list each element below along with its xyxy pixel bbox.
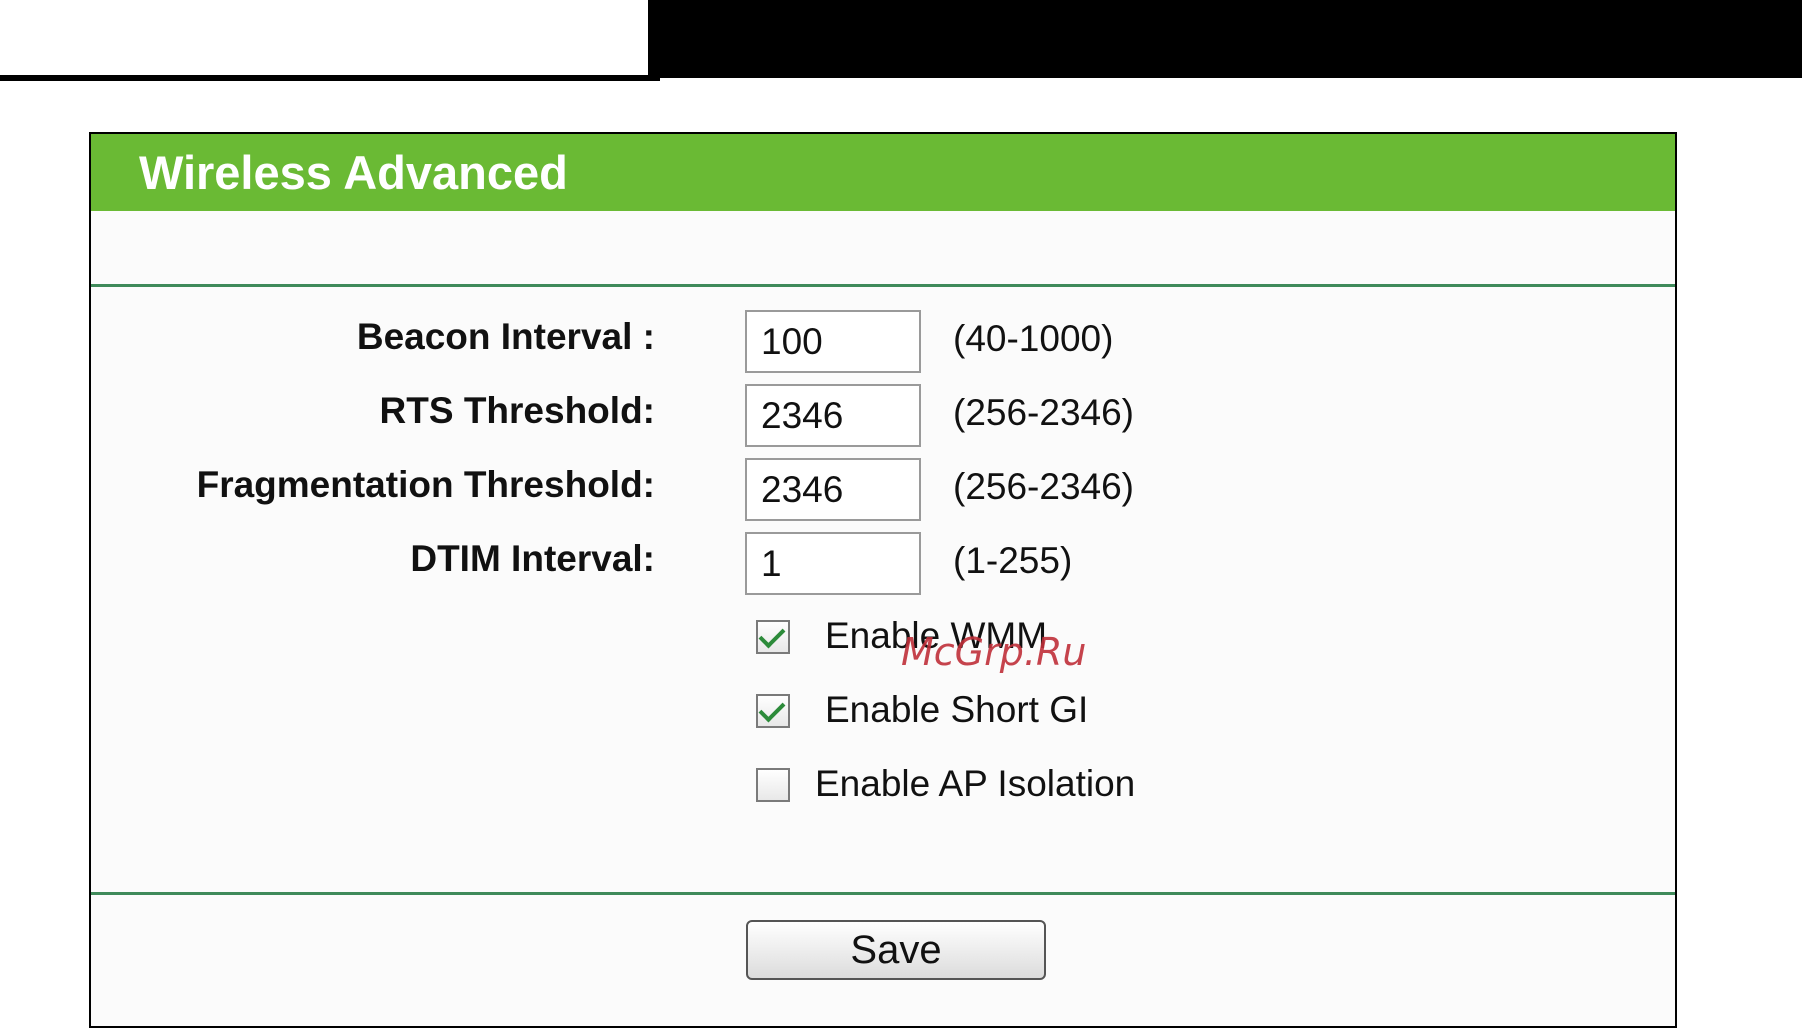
beacon-interval-label: Beacon Interval : [356,316,655,357]
enable-short-gi-label: Enable Short GI [825,689,1089,730]
beacon-interval-range: (40-1000) [953,318,1114,359]
enable-short-gi-checkbox[interactable] [756,694,790,728]
enable-wmm-checkbox[interactable] [756,620,790,654]
fragmentation-threshold-range: (256-2346) [953,466,1135,507]
top-bar [648,0,1798,78]
save-button[interactable]: Save [746,920,1046,980]
enable-ap-isolation-label: Enable AP Isolation [815,763,1136,804]
fragmentation-threshold-label: Fragmentation Threshold: [196,464,655,505]
dtim-interval-label: DTIM Interval: [410,538,655,579]
top-bar-left [0,0,650,75]
fragmentation-threshold-input[interactable] [745,458,921,521]
enable-ap-isolation-checkbox[interactable] [756,768,790,802]
top-bar-edge [1782,0,1802,78]
dtim-interval-input[interactable] [745,532,921,595]
dtim-interval-range: (1-255) [953,540,1073,581]
beacon-interval-input[interactable] [745,310,921,373]
page-title: Wireless Advanced [139,146,568,199]
rts-threshold-input[interactable] [745,384,921,447]
rts-threshold-range: (256-2346) [953,392,1135,433]
top-bar-divider [0,75,660,81]
checkmark-icon [758,621,786,649]
checkmark-icon [758,695,786,723]
watermark-text: McGrp.Ru [901,630,1087,674]
wireless-advanced-panel: Wireless Advanced Beacon Interval : (40-… [89,132,1677,1028]
divider-bottom [91,892,1675,895]
divider-top [91,284,1675,287]
rts-threshold-label: RTS Threshold: [379,390,655,431]
panel-header: Wireless Advanced [91,134,1675,211]
